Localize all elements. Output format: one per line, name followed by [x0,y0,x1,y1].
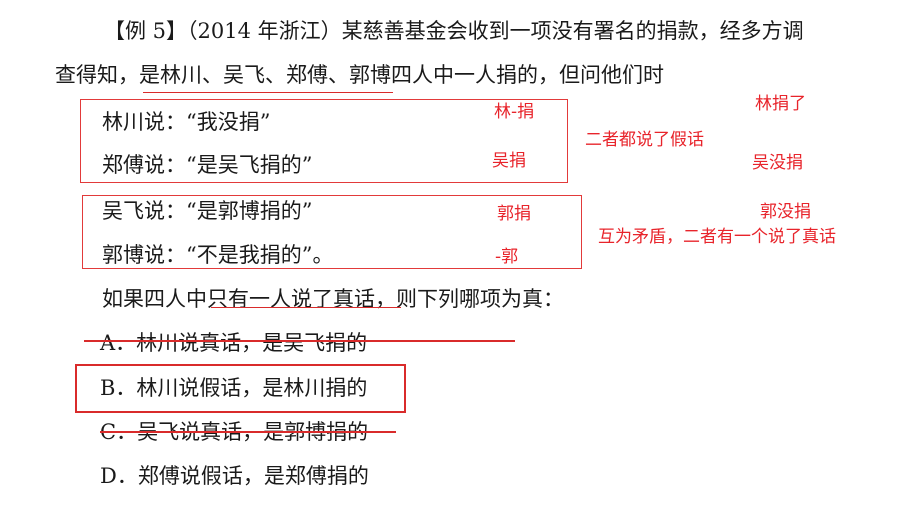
annotation-lin-juan-le: 林捐了 [755,94,806,114]
annotation-contradiction: 互为矛盾，二者有一个说了真话 [598,227,836,247]
annotation-both-false: 二者都说了假话 [585,130,704,150]
problem-line-2-post: 四人中一人捐的，但问他们时 [391,63,664,87]
condition-line: 如果四人中只有一人说了真话，则下列哪项为真： [102,285,564,313]
problem-line-2: 查得知，是林川、吴飞、郑傅、郭博四人中一人捐的，但问他们时 [55,61,664,89]
condition-underline [211,307,401,308]
statement-guo: 郭博说：“不是我捐的”。 [102,243,334,267]
condition-post: ，则下列哪项为真： [375,287,564,311]
suspects-underline [143,92,393,93]
annotation-guo-mei-juan: 郭没捐 [760,202,811,222]
annotation-wu-mei-juan: 吴没捐 [752,153,803,173]
option-a-strikethrough [84,340,515,342]
suspects-list: 是林川、吴飞、郑傅、郭博 [139,63,391,87]
problem-line-2-pre: 查得知， [55,63,139,87]
annotation-neg-guo: -郭 [495,247,519,267]
statement-lin: 林川说：“我没捐” [102,110,271,134]
annotation-wu-juan: 吴捐 [492,151,526,171]
problem-line-1: 【例 5】（2014 年浙江）某慈善基金会收到一项没有署名的捐款，经多方调 [104,19,804,43]
option-a: A．林川说真话，是吴飞捐的 [100,331,368,355]
annotation-guo-juan: 郭捐 [497,204,531,224]
annotation-lin-juan: 林-捐 [494,102,535,122]
condition-pre: 如果四人中 [102,287,207,311]
option-c-strikethrough [100,431,396,433]
statement-zheng: 郑傅说：“是吴飞捐的” [102,153,313,177]
option-d: D．郑傅说假话，是郑傅捐的 [100,464,369,488]
statement-wu: 吴飞说：“是郭博捐的” [102,199,313,223]
option-b: B．林川说假话，是林川捐的 [100,376,368,400]
